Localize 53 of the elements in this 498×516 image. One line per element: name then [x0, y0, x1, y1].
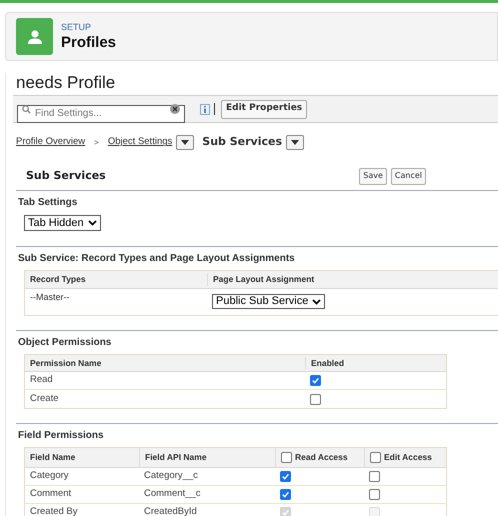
action-button[interactable]: Cancel	[390, 168, 426, 184]
table-cell-text: Read	[29, 373, 54, 388]
breadcrumb-current: Sub Services	[202, 134, 282, 150]
column-header: Record Types	[29, 273, 87, 286]
caret-icon	[181, 140, 190, 145]
checkbox[interactable]	[369, 471, 380, 482]
caret-icon	[88, 220, 97, 226]
section-title: Sub Services	[26, 168, 107, 184]
checkbox[interactable]	[370, 452, 381, 463]
clear-icon[interactable]	[170, 104, 180, 114]
checkbox[interactable]	[281, 452, 292, 463]
section-heading: Sub Service: Record Types and Page Layout Assignments	[18, 252, 296, 266]
search-icon	[22, 104, 31, 114]
column-header: Field Name	[30, 451, 76, 464]
checkbox[interactable]	[310, 394, 321, 404]
checkbox[interactable]	[280, 471, 291, 482]
search-field[interactable]: Find Settings...	[17, 104, 185, 122]
column-header: Permission Name	[29, 356, 102, 370]
dropdown-button[interactable]	[176, 135, 194, 150]
breadcrumb-link[interactable]: Profile Overview	[16, 135, 86, 150]
breadcrumb-link[interactable]: Object Settings	[108, 135, 172, 150]
dropdown-button[interactable]	[286, 135, 304, 150]
column-header: Enabled	[305, 356, 350, 370]
checkbox[interactable]	[310, 375, 321, 386]
checkbox[interactable]	[280, 489, 291, 500]
breadcrumb-separator: >	[94, 136, 99, 148]
column-header: Read Access	[295, 451, 348, 464]
caret-icon	[291, 140, 299, 145]
user-icon	[16, 18, 53, 55]
section-heading: Tab Settings	[18, 196, 78, 210]
checkbox[interactable]	[369, 489, 380, 500]
tab-visibility-select[interactable]: Tab Hidden	[24, 215, 101, 232]
caret-icon	[312, 298, 322, 304]
table-cell-text: Comment__c	[143, 487, 202, 502]
action-button[interactable]: Save	[359, 168, 387, 184]
table-cell-text: Comment	[29, 487, 72, 502]
table-cell-text: CreatedById	[143, 505, 198, 516]
info-icon[interactable]	[200, 104, 210, 114]
column-header: Page Layout Assignment	[207, 273, 320, 286]
table-cell-text: Category__c	[143, 469, 199, 484]
edit-properties-button[interactable]: Edit Properties	[221, 100, 308, 118]
page-title: Profiles	[61, 32, 116, 52]
table-cell-text: Category	[29, 469, 70, 484]
column-header: Field API Name	[145, 451, 207, 464]
table-cell-text: Created By	[29, 505, 79, 516]
profile-name: needs Profile	[16, 73, 116, 93]
table-cell-text: --Master--	[29, 291, 70, 304]
page-layout-select[interactable]: Public Sub Service	[212, 294, 326, 309]
section-heading: Object Permissions	[18, 336, 112, 350]
setup-label: SETUP	[61, 22, 92, 32]
table-cell-text: Create	[29, 392, 60, 406]
column-header: Edit Access	[384, 451, 432, 464]
section-heading: Field Permissions	[18, 429, 105, 443]
